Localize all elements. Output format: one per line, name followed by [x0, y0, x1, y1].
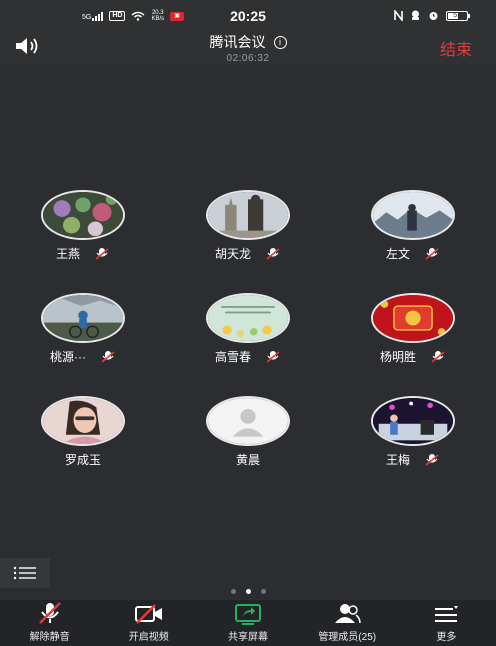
default-avatar: [206, 396, 290, 446]
participant-tile[interactable]: 黄晨: [173, 396, 323, 476]
avatar: [371, 396, 455, 446]
page-dot[interactable]: [260, 589, 266, 594]
status-right: 51: [394, 10, 470, 21]
meeting-duration: 02:06:32: [226, 53, 270, 64]
members-icon: [335, 604, 361, 624]
avatar: [371, 293, 455, 343]
list-menu-button[interactable]: [0, 558, 50, 588]
mic-muted-icon: [266, 350, 280, 363]
battery-icon: 51: [446, 10, 470, 21]
participant-tile[interactable]: 高雪春: [173, 293, 323, 373]
mic-muted-icon: [425, 453, 439, 466]
status-bar: 5G HD 20.3 KB/s ▣ 20:25 51: [0, 0, 496, 30]
manage-members-label: 管理成员(25): [318, 632, 377, 643]
mic-muted-icon: [38, 602, 61, 624]
participant-name: 王梅: [385, 453, 410, 467]
participant-name: 黄晨: [235, 453, 260, 467]
participant-name: 胡天龙: [214, 247, 251, 261]
more-button[interactable]: 更多: [397, 600, 496, 646]
avatar: [371, 190, 455, 240]
participant-name: 王燕: [55, 247, 80, 261]
avatar: [41, 293, 125, 343]
end-meeting-button[interactable]: 结束: [440, 36, 472, 60]
participant-tile[interactable]: 杨明胜: [338, 293, 488, 373]
page-indicator: [0, 589, 496, 594]
info-icon[interactable]: i: [273, 35, 287, 49]
page-dot-active[interactable]: [245, 589, 251, 594]
share-screen-icon: [235, 604, 261, 625]
start-video-button[interactable]: 开启视频: [99, 600, 198, 646]
page-dot[interactable]: [230, 589, 236, 594]
mic-muted-icon: [425, 247, 439, 260]
share-screen-label: 共享屏幕: [228, 632, 268, 643]
headset-icon: [412, 10, 419, 20]
participant-name: 左文: [385, 247, 410, 261]
participant-name: 桃源···: [50, 350, 86, 364]
unmute-button[interactable]: 解除静音: [0, 600, 99, 646]
alarm-icon: [429, 12, 438, 20]
participant-tile[interactable]: 左文: [338, 190, 488, 270]
meeting-header: 腾讯会议 i 02:06:32 结束: [0, 30, 496, 64]
participant-name: 高雪春: [214, 350, 251, 364]
start-video-label: 开启视频: [128, 632, 169, 643]
participant-tile[interactable]: 桃源···: [8, 293, 158, 373]
list-icon: [13, 566, 36, 580]
mic-muted-icon: [431, 350, 445, 363]
participant-name: 罗成玉: [64, 453, 101, 467]
nfc-icon: [394, 10, 403, 21]
participant-tile[interactable]: 罗成玉: [8, 396, 158, 476]
share-screen-button[interactable]: 共享屏幕: [198, 600, 297, 646]
avatar: [41, 396, 125, 446]
more-menu-icon: [435, 606, 459, 622]
avatar: [206, 293, 290, 343]
unmute-label: 解除静音: [29, 632, 70, 643]
participant-tile[interactable]: 胡天龙: [173, 190, 323, 270]
participant-tile[interactable]: 王梅: [338, 396, 488, 476]
meeting-title-area: 腾讯会议 i 02:06:32: [0, 32, 496, 64]
meeting-title: 腾讯会议: [209, 34, 266, 50]
participant-name: 杨明胜: [379, 350, 416, 364]
mic-muted-icon: [101, 350, 115, 363]
mic-muted-icon: [266, 247, 280, 260]
manage-members-button[interactable]: 管理成员(25): [298, 600, 397, 646]
participant-tile[interactable]: 王燕: [8, 190, 158, 270]
bottom-toolbar: 解除静音 开启视频 共享屏幕 管理成员(25) 更多: [0, 600, 496, 646]
avatar: [206, 190, 290, 240]
mic-muted-icon: [95, 247, 109, 260]
more-label: 更多: [436, 632, 457, 643]
camera-off-icon: [134, 604, 162, 624]
avatar: [41, 190, 125, 240]
